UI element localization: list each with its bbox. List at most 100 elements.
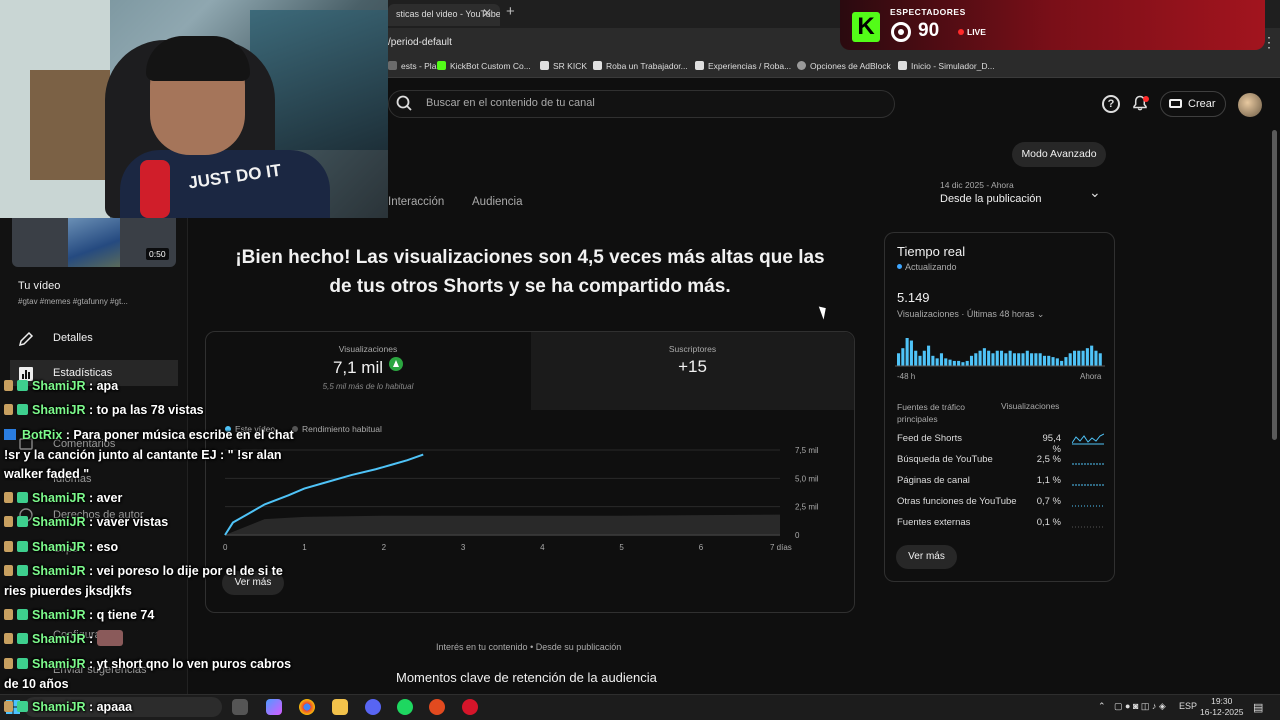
create-button[interactable]: Crear: [1160, 91, 1226, 117]
chart-y-tick: 7,5 mil: [795, 446, 819, 455]
chat-message: ShamiJR : to pa las 78 vistas: [4, 400, 204, 420]
chat-message: ShamiJR : yt short qno lo ven puros cabr…: [4, 654, 291, 674]
help-icon[interactable]: ?: [1102, 95, 1120, 113]
bookmark-item[interactable]: Opciones de AdBlock: [797, 61, 891, 71]
language-indicator[interactable]: ESP: [1179, 701, 1197, 711]
date-selector[interactable]: Desde la publicación: [940, 193, 1042, 205]
avatar[interactable]: [1238, 93, 1262, 117]
chat-message: de 10 años: [4, 677, 69, 691]
realtime-bar: [1047, 355, 1051, 366]
traffic-source-row: Feed de Shorts 95,4 %: [897, 433, 1105, 455]
file-explorer-icon[interactable]: [332, 699, 348, 715]
realtime-bar: [897, 353, 901, 366]
app-icon[interactable]: [429, 699, 445, 715]
realtime-bar: [922, 350, 926, 366]
viewers-label: ESPECTADORES: [890, 7, 966, 17]
scrollbar[interactable]: [1272, 130, 1277, 440]
realtime-bar: [944, 358, 948, 366]
chat-message: ShamiJR : vaver vistas: [4, 512, 168, 532]
realtime-bar: [1064, 357, 1068, 366]
eye-icon: [891, 22, 911, 42]
spotify-icon[interactable]: [397, 699, 413, 715]
video-title: Tu vídeo: [18, 280, 61, 292]
sparkline-icon: [1072, 433, 1104, 445]
chevron-down-icon[interactable]: ⌄: [1089, 184, 1101, 201]
sidebar-item-detalles[interactable]: Detalles: [53, 332, 93, 344]
chart-x-tick: 0: [223, 543, 228, 552]
new-tab-icon[interactable]: +: [506, 3, 515, 20]
realtime-bar: [901, 348, 905, 366]
realtime-bar: [1012, 353, 1016, 366]
url-text[interactable]: /period-default: [388, 37, 452, 48]
clock-date: 16-12-2025: [1200, 707, 1244, 717]
clock[interactable]: 19:30 16-12-2025: [1200, 696, 1243, 718]
tab-interaccion[interactable]: Interacción: [388, 196, 444, 208]
chat-message: ShamiJR : vei poreso lo dije por el de s…: [4, 561, 283, 581]
tab-audiencia[interactable]: Audiencia: [472, 196, 523, 208]
key-moments-title: Momentos clave de retención de la audien…: [396, 670, 657, 685]
realtime-bar: [961, 362, 965, 366]
metric-views[interactable]: Visualizaciones 7,1 mil 5,5 mil más de l…: [206, 332, 530, 410]
realtime-bar: [1090, 345, 1094, 366]
realtime-bar: [1055, 358, 1059, 366]
tray-chevron-icon[interactable]: ⌃: [1098, 701, 1106, 712]
traffic-source-row: Páginas de canal 1,1 %: [897, 475, 1105, 489]
bookmark-item[interactable]: SR KICK: [540, 61, 587, 71]
search-placeholder: Buscar en el contenido de tu canal: [426, 97, 595, 109]
bookmark-item[interactable]: Roba un Trabajador...: [593, 61, 688, 71]
chart-y-tick: 2,5 mil: [795, 503, 819, 512]
discord-icon[interactable]: [365, 699, 381, 715]
bookmark-item[interactable]: Experiencias / Roba...: [695, 61, 791, 71]
task-view-icon[interactable]: [232, 699, 248, 715]
viewer-count: 90: [918, 20, 940, 41]
chart-x-tick: 3: [461, 543, 466, 552]
live-label: LIVE: [967, 27, 986, 37]
metric-views-label: Visualizaciones: [338, 344, 398, 354]
realtime-bar: [1038, 353, 1042, 366]
realtime-bar: [1025, 350, 1029, 366]
realtime-bar: [1072, 350, 1077, 366]
views-chart: 0 2,5 mil 5,0 mil 7,5 mil 0 1 2 3 4 5 6 7 días: [223, 446, 819, 552]
realtime-bar: [978, 350, 982, 366]
realtime-subtitle-row[interactable]: Visualizaciones · Últimas 48 horas ⌄: [897, 309, 1044, 320]
metric-subs-value: +15: [678, 357, 707, 376]
chart-x-tick: 1: [302, 543, 307, 552]
advanced-mode-button[interactable]: Modo Avanzado: [1012, 142, 1106, 167]
realtime-bar: [1081, 350, 1085, 366]
realtime-bar: [935, 358, 939, 366]
chrome-icon[interactable]: [299, 699, 315, 715]
bookmark-item[interactable]: KickBot Custom Co...: [437, 61, 531, 71]
interest-caption: Interés en tu contenido • Desde su publi…: [436, 642, 622, 652]
realtime-bar: [1034, 353, 1038, 366]
notification-dot: [1143, 96, 1149, 102]
realtime-views: 5.149: [897, 290, 930, 305]
obs-icon[interactable]: [462, 699, 478, 715]
realtime-see-more-button[interactable]: Ver más: [896, 545, 957, 569]
legend-typical: Rendimiento habitual: [292, 424, 382, 434]
chart-x-tick: 6: [699, 543, 704, 552]
bookmark-item[interactable]: ests - Pla...: [388, 61, 444, 71]
bookmark-item[interactable]: Inicio - Simulador_D...: [898, 61, 995, 71]
copilot-icon[interactable]: [266, 699, 282, 715]
realtime-bar: [957, 360, 961, 366]
date-range: 14 dic 2025 - Ahora: [940, 180, 1014, 190]
chart-y-tick: 0: [795, 531, 800, 540]
mouse-cursor-icon: [818, 304, 830, 320]
chart-x-tick: 7 días: [770, 543, 792, 552]
search-icon: [396, 95, 412, 111]
traffic-source-row: Otras funciones de YouTube 0,7 %: [897, 496, 1105, 510]
chart-y-tick: 5,0 mil: [795, 474, 819, 483]
emote-icon: [97, 630, 124, 646]
thumbnail-duration: 0:50: [146, 248, 169, 260]
chat-message: ShamiJR : aver: [4, 488, 122, 508]
video-camera-icon: [1169, 99, 1182, 108]
close-tab-icon[interactable]: ✕: [482, 6, 492, 20]
realtime-chart: [895, 338, 1105, 367]
notifications-icon[interactable]: ▤: [1253, 701, 1263, 714]
realtime-axis-end: Ahora: [1080, 372, 1102, 381]
chart-x-tick: 2: [382, 543, 387, 552]
tray-icons[interactable]: ▢ ● ◙ ◫ ♪ ◈: [1114, 701, 1166, 712]
realtime-bar: [1068, 353, 1072, 366]
realtime-bar: [952, 360, 956, 366]
metric-subscribers[interactable]: Suscriptores +15: [531, 332, 854, 410]
